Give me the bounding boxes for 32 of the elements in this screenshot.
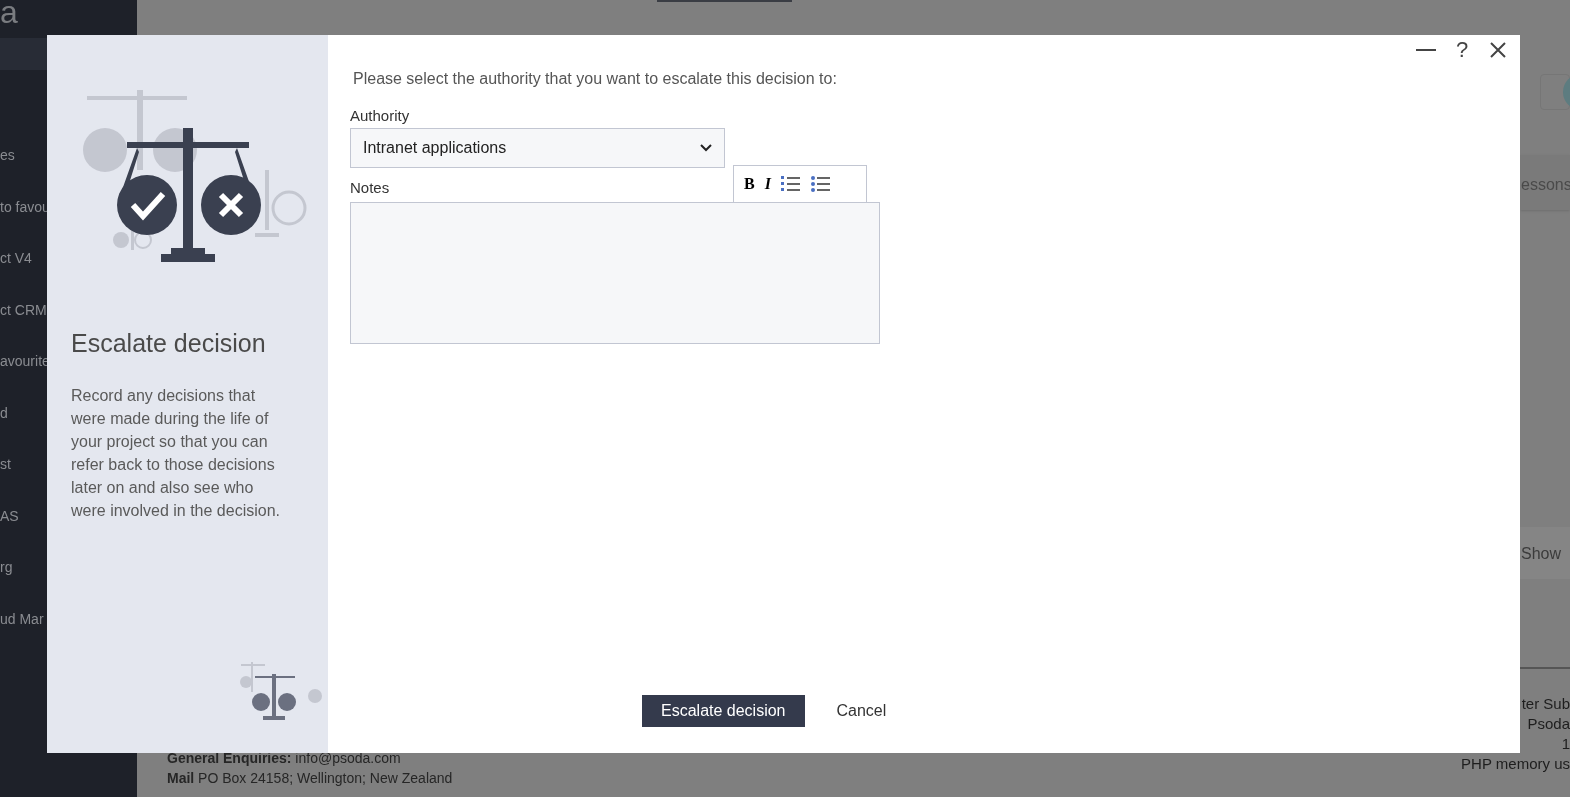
sidebar-item[interactable]: ct CRM [0,299,47,321]
sidebar-item[interactable]: rg [0,557,13,579]
side-description: Record any decisions that were made during the life of your project so that you can refer back to those decisions later on and also see who were involved in the decision. [71,385,281,521]
numbered-list-button[interactable] [780,174,801,193]
footer-text: 1 [1561,734,1570,754]
footer-text: Psoda [1527,714,1570,734]
italic-button[interactable]: I [764,175,771,192]
side-title: Escalate decision [71,328,267,359]
footer-text: Mail PO Box 24158; Wellington; New Zealand [167,769,453,788]
chevron-icon [700,143,712,152]
logo-text: a [0,0,18,24]
sidebar-item[interactable]: es [0,145,15,167]
footer-text: ter Sub [1521,694,1570,714]
footer-text: PHP memory us [1461,754,1570,774]
bulleted-list-button[interactable] [810,174,831,193]
sidebar-item[interactable]: ud Mar [0,608,44,630]
cancel-link[interactable]: Cancel [836,699,887,723]
help-button[interactable]: ? [1454,39,1470,61]
sidebar-item[interactable]: ct V4 [0,248,32,270]
minimize-icon [1416,49,1436,51]
bold-button[interactable]: B [744,175,755,192]
field-label: Notes [350,178,390,198]
notes-field[interactable] [350,201,880,344]
field-label: Authority [350,106,410,126]
sidebar-item[interactable]: st [0,454,11,476]
authority-select[interactable]: Intranet applications [350,127,725,168]
prompt-text: Please select the authority that you want to escalate this decision to: [353,69,837,89]
escalate-button[interactable]: Escalate decision [642,695,805,727]
sidebar-item[interactable]: d [0,402,8,424]
scales-icon [239,660,325,722]
footer-text: General Enquiries: info@psoda.com [167,749,402,768]
sidebar-item[interactable]: AS [0,505,19,527]
